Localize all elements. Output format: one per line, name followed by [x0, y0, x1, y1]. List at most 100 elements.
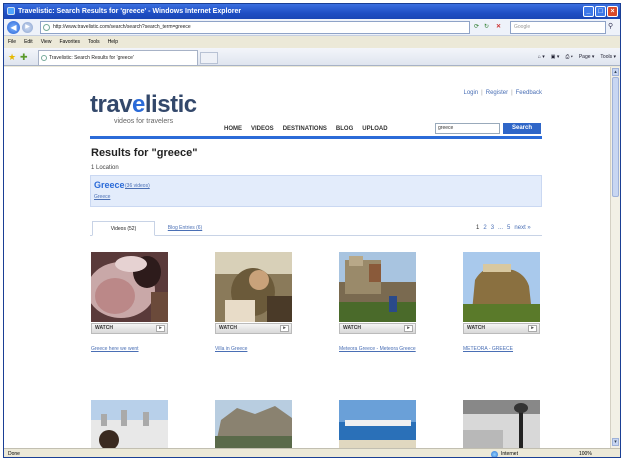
stop-icon[interactable]: ✕ — [496, 22, 501, 33]
location-videos-link[interactable]: (36 videos) — [125, 183, 150, 189]
menu-file[interactable]: File — [8, 36, 16, 48]
status-bar: Done Internet 100% — [4, 448, 620, 457]
logo-part: trav — [90, 91, 133, 118]
refresh-icon[interactable]: ⟳ — [474, 22, 479, 33]
favorites-star-icon[interactable]: ★ — [8, 51, 16, 63]
tab-page-icon — [41, 55, 47, 61]
maximize-button[interactable]: □ — [595, 6, 606, 17]
window-title: Travelistic: Search Results for 'greece'… — [18, 8, 242, 15]
window-controls: _ □ × — [583, 6, 618, 17]
play-icon[interactable]: ▸ — [404, 325, 413, 332]
ie-icon — [7, 7, 15, 15]
forward-button[interactable]: ▶ — [22, 22, 33, 33]
page-3[interactable]: 3 — [491, 225, 494, 231]
video-thumbnail[interactable] — [339, 252, 416, 322]
close-button[interactable]: × — [607, 6, 618, 17]
watch-label: WATCH — [219, 325, 237, 331]
menu-tools[interactable]: Tools — [88, 36, 100, 48]
nav-blog[interactable]: BLOG — [336, 126, 353, 132]
next-page-link[interactable]: next » — [514, 225, 530, 231]
search-icon[interactable]: ⚲ — [608, 22, 618, 33]
status-text: Done — [8, 451, 20, 457]
video-title-link[interactable]: Meteora Greece - Meteora Greece — [339, 345, 429, 353]
tab-videos[interactable]: Videos (52) — [92, 221, 155, 236]
register-link[interactable]: Register — [486, 90, 508, 96]
watch-label: WATCH — [95, 325, 113, 331]
back-button[interactable]: ◀ — [7, 21, 20, 34]
video-thumbnail[interactable] — [215, 252, 292, 322]
watch-bar[interactable]: WATCH ▸ — [339, 323, 416, 334]
globe-icon — [491, 451, 498, 457]
scroll-up-icon[interactable]: ▴ — [612, 68, 619, 76]
page-command[interactable]: Page ▾ — [579, 51, 595, 63]
scroll-down-icon[interactable]: ▾ — [612, 438, 619, 446]
tab-blog-entries[interactable]: Blog Entries (6) — [157, 221, 213, 236]
page-2[interactable]: 2 — [483, 225, 486, 231]
page-5[interactable]: 5 — [507, 225, 510, 231]
nav-home[interactable]: HOME — [224, 126, 242, 132]
location-count: 1 Location — [91, 165, 119, 171]
watch-bar[interactable]: WATCH ▸ — [463, 323, 540, 334]
location-result: Greece (36 videos) Greece — [90, 175, 542, 207]
nav-destinations[interactable]: DESTINATIONS — [283, 126, 327, 132]
watch-bar[interactable]: WATCH ▸ — [91, 323, 168, 334]
site-nav: HOME VIDEOS DESTINATIONS BLOG UPLOAD — [224, 126, 388, 132]
address-url: http://www.travelistic.com/search/search… — [53, 24, 191, 30]
site-search-input[interactable]: greece — [435, 123, 500, 134]
page-1[interactable]: 1 — [476, 225, 479, 231]
login-link[interactable]: Login — [463, 90, 478, 96]
print-command[interactable]: ⎙ ▾ — [565, 51, 573, 63]
zone-label: Internet — [501, 451, 518, 457]
menu-edit[interactable]: Edit — [24, 36, 33, 48]
site-logo[interactable]: travelistic — [90, 93, 197, 117]
menu-bar: File Edit View Favorites Tools Help — [4, 36, 620, 48]
title-bar: Travelistic: Search Results for 'greece'… — [4, 4, 620, 19]
home-command[interactable]: ⌂ ▾ — [538, 51, 545, 63]
page-ellipsis: ... — [498, 225, 504, 231]
nav-videos[interactable]: VIDEOS — [251, 126, 274, 132]
watch-bar[interactable]: WATCH ▸ — [215, 323, 292, 334]
tools-command[interactable]: Tools ▾ — [600, 51, 616, 63]
scroll-thumb[interactable] — [612, 77, 619, 197]
site-tagline: videos for travelers — [114, 118, 174, 125]
minimize-button[interactable]: _ — [583, 6, 594, 17]
video-thumbnail[interactable] — [463, 252, 540, 322]
vertical-scrollbar[interactable]: ▴ ▾ — [610, 67, 620, 448]
play-icon[interactable]: ▸ — [280, 325, 289, 332]
video-thumbnail[interactable] — [91, 252, 168, 322]
header-divider — [90, 136, 542, 139]
location-country-link[interactable]: Greece — [94, 194, 110, 200]
feedback-link[interactable]: Feedback — [516, 90, 542, 96]
browser-tab[interactable]: Travelistic: Search Results for 'greece' — [38, 50, 198, 65]
address-input[interactable]: http://www.travelistic.com/search/search… — [40, 21, 470, 34]
logo-part-rest: listic — [144, 91, 197, 118]
link-separator: | — [481, 90, 483, 96]
link-separator: | — [511, 90, 513, 96]
site-search-button[interactable]: Search — [503, 123, 541, 134]
nav-upload[interactable]: UPLOAD — [362, 126, 387, 132]
video-title-link[interactable]: METEORA - GREECE — [463, 345, 553, 353]
watch-label: WATCH — [467, 325, 485, 331]
video-thumbnail[interactable] — [91, 400, 168, 448]
new-tab-button[interactable] — [200, 52, 218, 64]
menu-view[interactable]: View — [41, 36, 52, 48]
video-thumbnail[interactable] — [463, 400, 540, 448]
video-title-link[interactable]: Greece here we went — [91, 345, 181, 353]
play-icon[interactable]: ▸ — [528, 325, 537, 332]
feeds-command[interactable]: ▣ ▾ — [551, 51, 560, 63]
menu-favorites[interactable]: Favorites — [59, 36, 80, 48]
page-viewport: travelistic videos for travelers Login |… — [4, 67, 610, 448]
video-thumbnail[interactable] — [215, 400, 292, 448]
video-title-link[interactable]: Villa in Greece — [215, 345, 305, 353]
location-link[interactable]: Greece — [94, 180, 125, 190]
account-links: Login | Register | Feedback — [463, 90, 542, 96]
add-favorite-icon[interactable]: ✚ — [20, 51, 28, 63]
play-icon[interactable]: ▸ — [156, 325, 165, 332]
menu-help[interactable]: Help — [108, 36, 118, 48]
tab-row: ★ ✚ Travelistic: Search Results for 'gre… — [4, 48, 620, 66]
refresh-arrows-icon[interactable]: ↻ — [484, 22, 489, 33]
browser-search-input[interactable]: Google — [510, 21, 606, 34]
video-thumbnail[interactable] — [339, 400, 416, 448]
logo-accent: e — [132, 91, 145, 118]
zoom-level[interactable]: 100% — [579, 449, 592, 457]
